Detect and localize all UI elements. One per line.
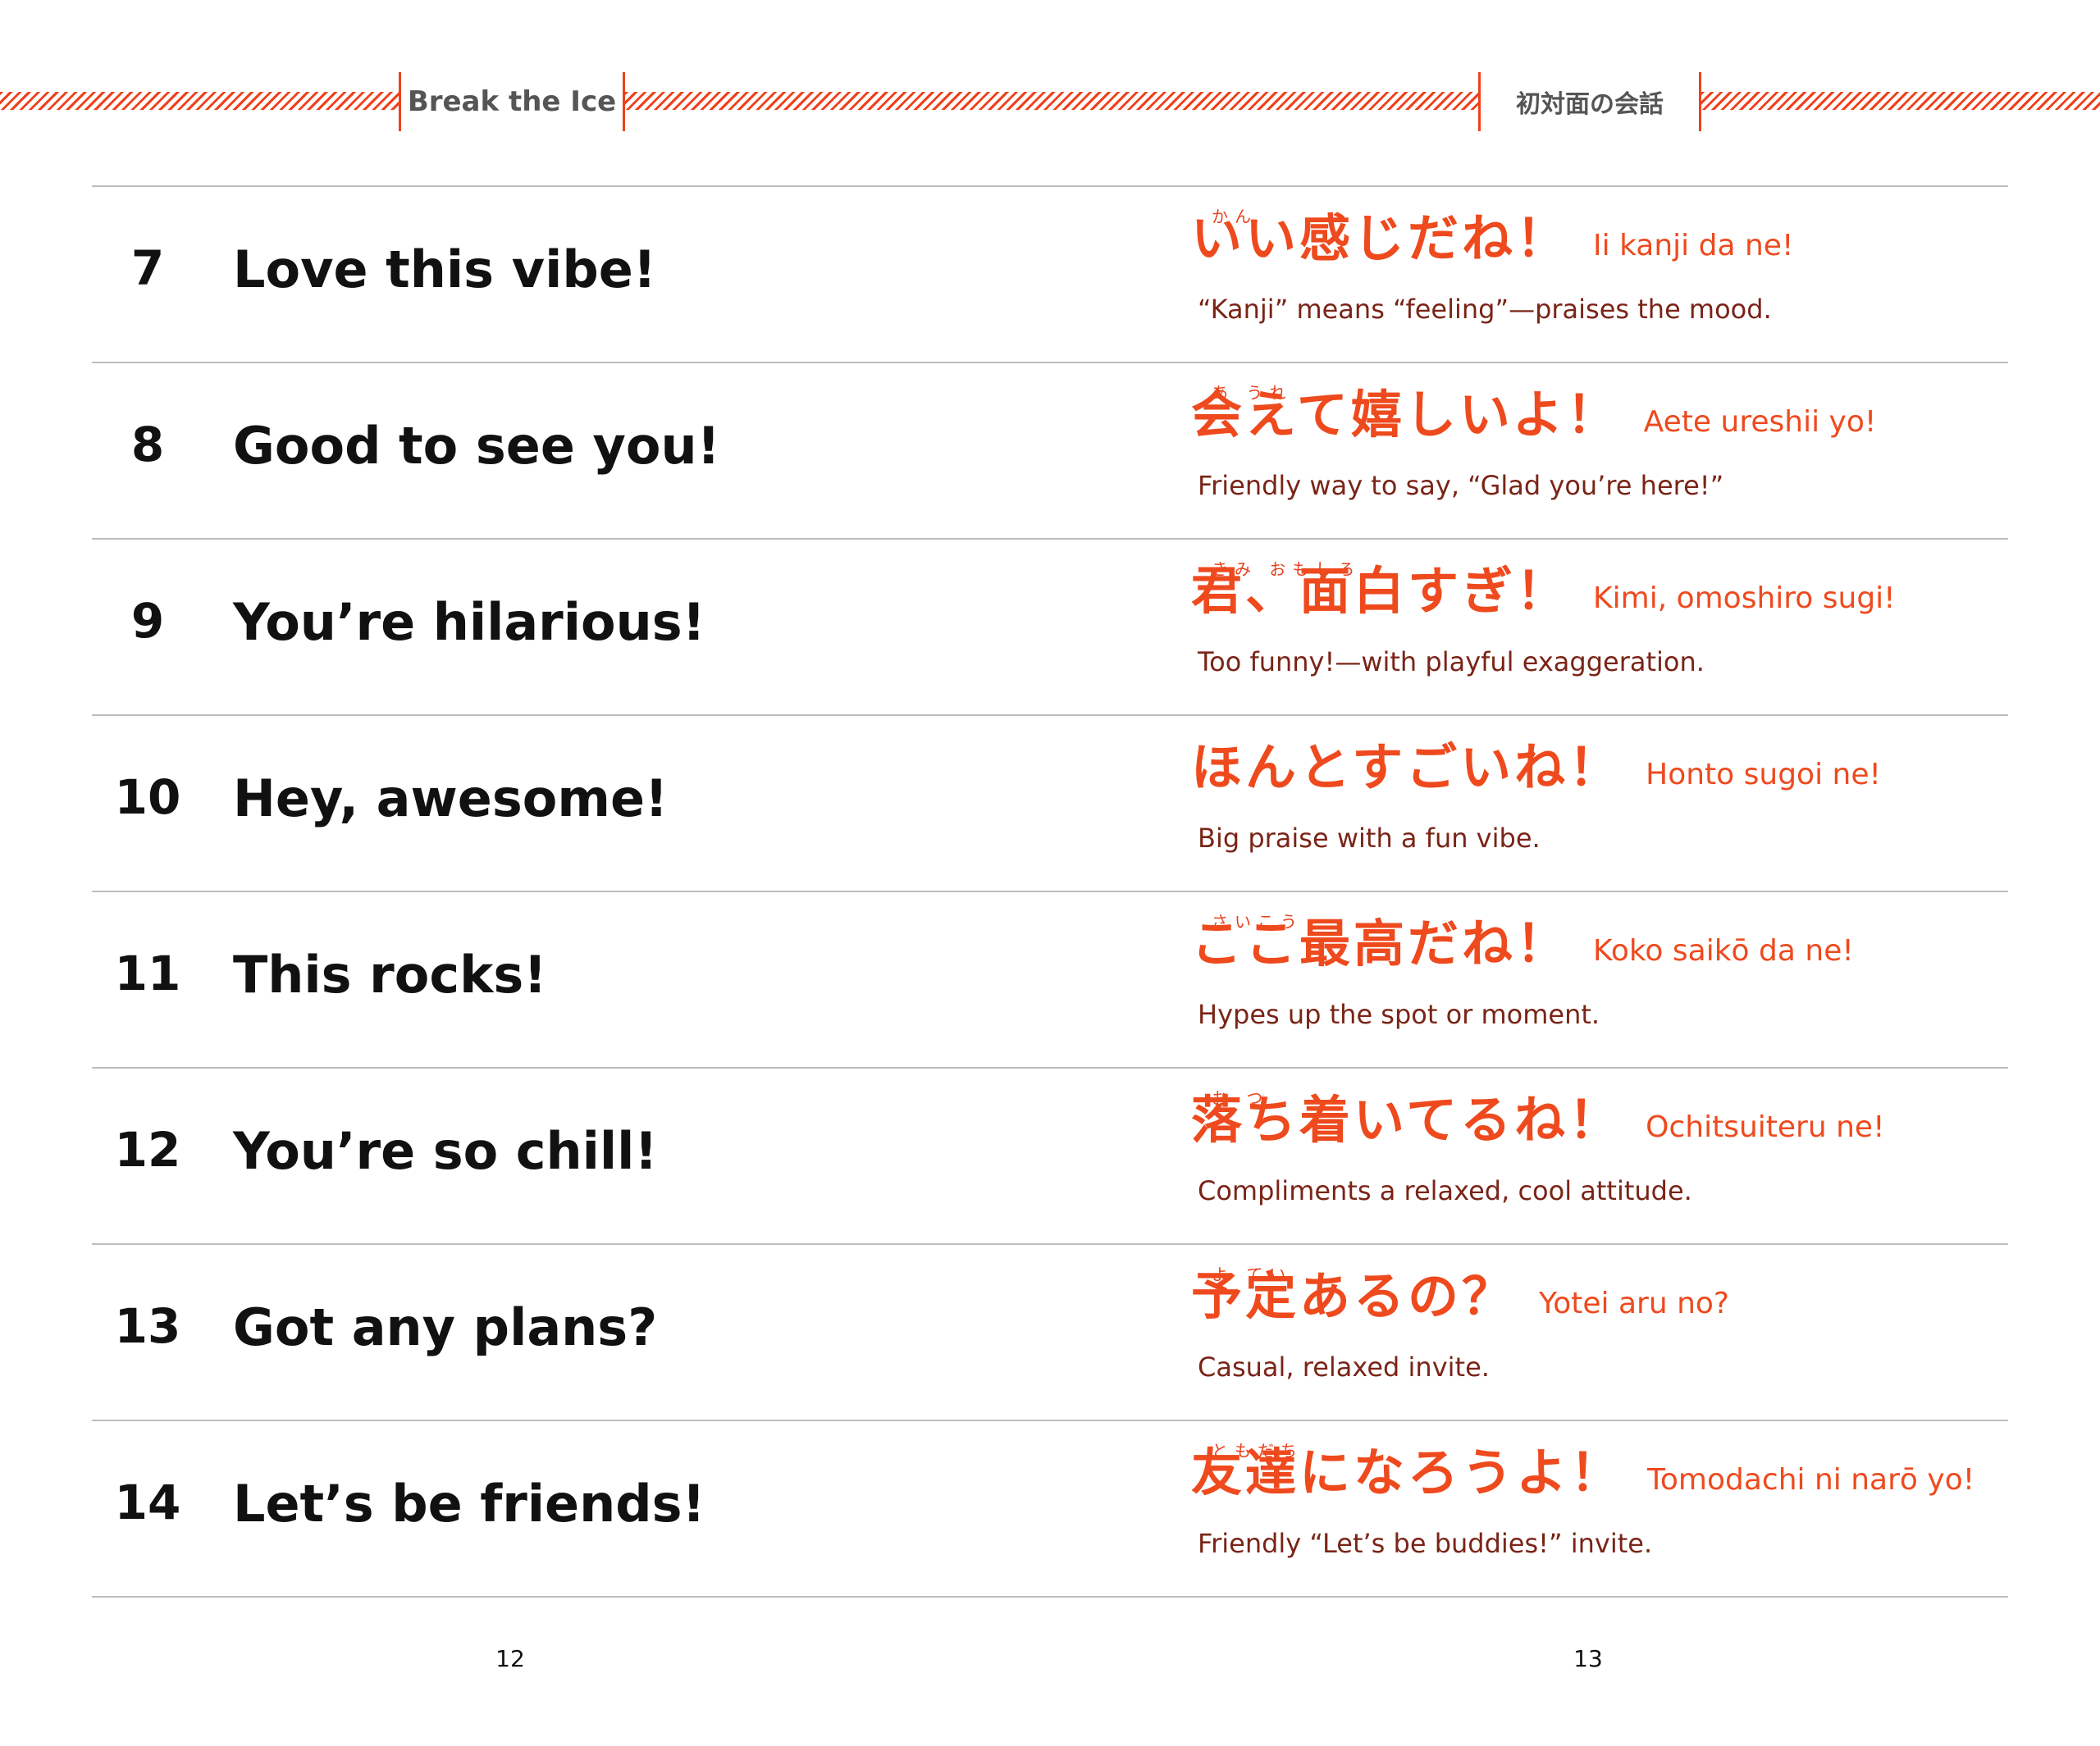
- phrase-list: 7 Love this vibe! かん いい感じだね！ Ii kanji da…: [92, 185, 2008, 1598]
- usage-note: Compliments a relaxed, cool attitude.: [1198, 1175, 1692, 1206]
- english-phrase: Let’s be friends!: [233, 1474, 705, 1534]
- page-number-right: 13: [1573, 1645, 1603, 1672]
- phrase-row: 10 Hey, awesome! ほんとすごいね！ Honto sugoi ne…: [92, 714, 2008, 891]
- romaji: Koko saikō da ne!: [1593, 934, 1854, 968]
- page-number-left: 12: [495, 1645, 525, 1672]
- usage-note: Hypes up the spot or moment.: [1198, 999, 1600, 1030]
- japanese-phrase: 君、面白すぎ！: [1191, 561, 1571, 621]
- header-hatch-middle: [625, 92, 1478, 110]
- english-phrase: You’re hilarious!: [233, 592, 705, 652]
- romaji: Ochitsuiteru ne!: [1646, 1110, 1885, 1144]
- japanese-phrase: ほんとすごいね！: [1191, 737, 1623, 797]
- usage-note: Casual, relaxed invite.: [1198, 1352, 1490, 1383]
- usage-note: Friendly way to say, “Glad you’re here!”: [1198, 470, 1724, 501]
- romaji: Aete ureshii yo!: [1643, 405, 1877, 439]
- usage-note: “Kanji” means “feeling”—praises the mood…: [1198, 294, 1772, 325]
- english-phrase: This rocks!: [233, 945, 547, 1005]
- section-title-english: Break the Ice: [399, 72, 625, 131]
- japanese-phrase: 友達になろうよ！: [1191, 1443, 1625, 1502]
- japanese-line: 予定あるの？ Yotei aru no?: [1191, 1271, 1729, 1322]
- japanese-phrase: ここ最高だね！: [1191, 914, 1571, 973]
- japanese-line: 友達になろうよ！ Tomodachi ni narō yo!: [1191, 1447, 1974, 1498]
- phrase-number: 8: [130, 417, 165, 472]
- japanese-line: ここ最高だね！ Koko saikō da ne!: [1191, 919, 1854, 969]
- romaji: Ii kanji da ne!: [1593, 229, 1794, 262]
- phrase-row: 14 Let’s be friends! ともだち 友達になろうよ！ Tomod…: [92, 1420, 2008, 1598]
- english-phrase: Good to see you!: [233, 416, 720, 476]
- japanese-line: いい感じだね！ Ii kanji da ne!: [1191, 213, 1793, 264]
- japanese-line: 君、面白すぎ！ Kimi, omoshiro sugi!: [1191, 566, 1896, 617]
- phrase-row: 8 Good to see you! あ うれ 会えて嬉しいよ！ Aete ur…: [92, 362, 2008, 538]
- phrase-number: 13: [114, 1298, 181, 1354]
- usage-note: Friendly “Let’s be buddies!” invite.: [1198, 1528, 1653, 1559]
- phrase-row: 12 You’re so chill! お つ 落ち着いてるね！ Ochitsu…: [92, 1067, 2008, 1243]
- japanese-line: ほんとすごいね！ Honto sugoi ne!: [1191, 742, 1881, 793]
- phrase-number: 10: [114, 769, 181, 825]
- romaji: Yotei aru no?: [1539, 1287, 1730, 1320]
- page-header: Break the Ice 初対面の会話: [0, 0, 2100, 164]
- english-phrase: Hey, awesome!: [233, 768, 669, 828]
- phrase-number: 9: [130, 593, 165, 649]
- phrase-number: 12: [114, 1122, 181, 1178]
- header-hatch-left: [0, 92, 399, 110]
- english-phrase: You’re so chill!: [233, 1121, 658, 1181]
- phrase-number: 11: [114, 946, 181, 1001]
- usage-note: Too funny!—with playful exaggeration.: [1198, 646, 1705, 677]
- phrase-row: 11 This rocks! さいこう ここ最高だね！ Koko saikō d…: [92, 891, 2008, 1067]
- english-phrase: Love this vibe!: [233, 239, 657, 299]
- phrase-row: 13 Got any plans? よ てい 予定あるの？ Yotei aru …: [92, 1243, 2008, 1420]
- phrase-row: 7 Love this vibe! かん いい感じだね！ Ii kanji da…: [92, 185, 2008, 362]
- header-hatch-right: [1701, 92, 2100, 110]
- section-title-japanese: 初対面の会話: [1478, 72, 1701, 131]
- romaji: Honto sugoi ne!: [1646, 758, 1881, 791]
- japanese-phrase: いい感じだね！: [1191, 208, 1571, 268]
- japanese-phrase: 予定あるの？: [1191, 1266, 1517, 1326]
- phrase-row: 9 You’re hilarious! きみ おもしろ 君、面白すぎ！ Kimi…: [92, 538, 2008, 714]
- phrase-number: 7: [130, 240, 165, 296]
- japanese-line: 会えて嬉しいよ！ Aete ureshii yo!: [1191, 390, 1876, 440]
- usage-note: Big praise with a fun vibe.: [1198, 823, 1541, 854]
- romaji: Kimi, omoshiro sugi!: [1593, 581, 1896, 615]
- japanese-line: 落ち着いてるね！ Ochitsuiteru ne!: [1191, 1095, 1885, 1146]
- phrase-number: 14: [114, 1475, 181, 1530]
- romaji: Tomodachi ni narō yo!: [1647, 1463, 1975, 1497]
- japanese-phrase: 落ち着いてるね！: [1191, 1090, 1623, 1150]
- english-phrase: Got any plans?: [233, 1297, 658, 1357]
- japanese-phrase: 会えて嬉しいよ！: [1191, 385, 1621, 444]
